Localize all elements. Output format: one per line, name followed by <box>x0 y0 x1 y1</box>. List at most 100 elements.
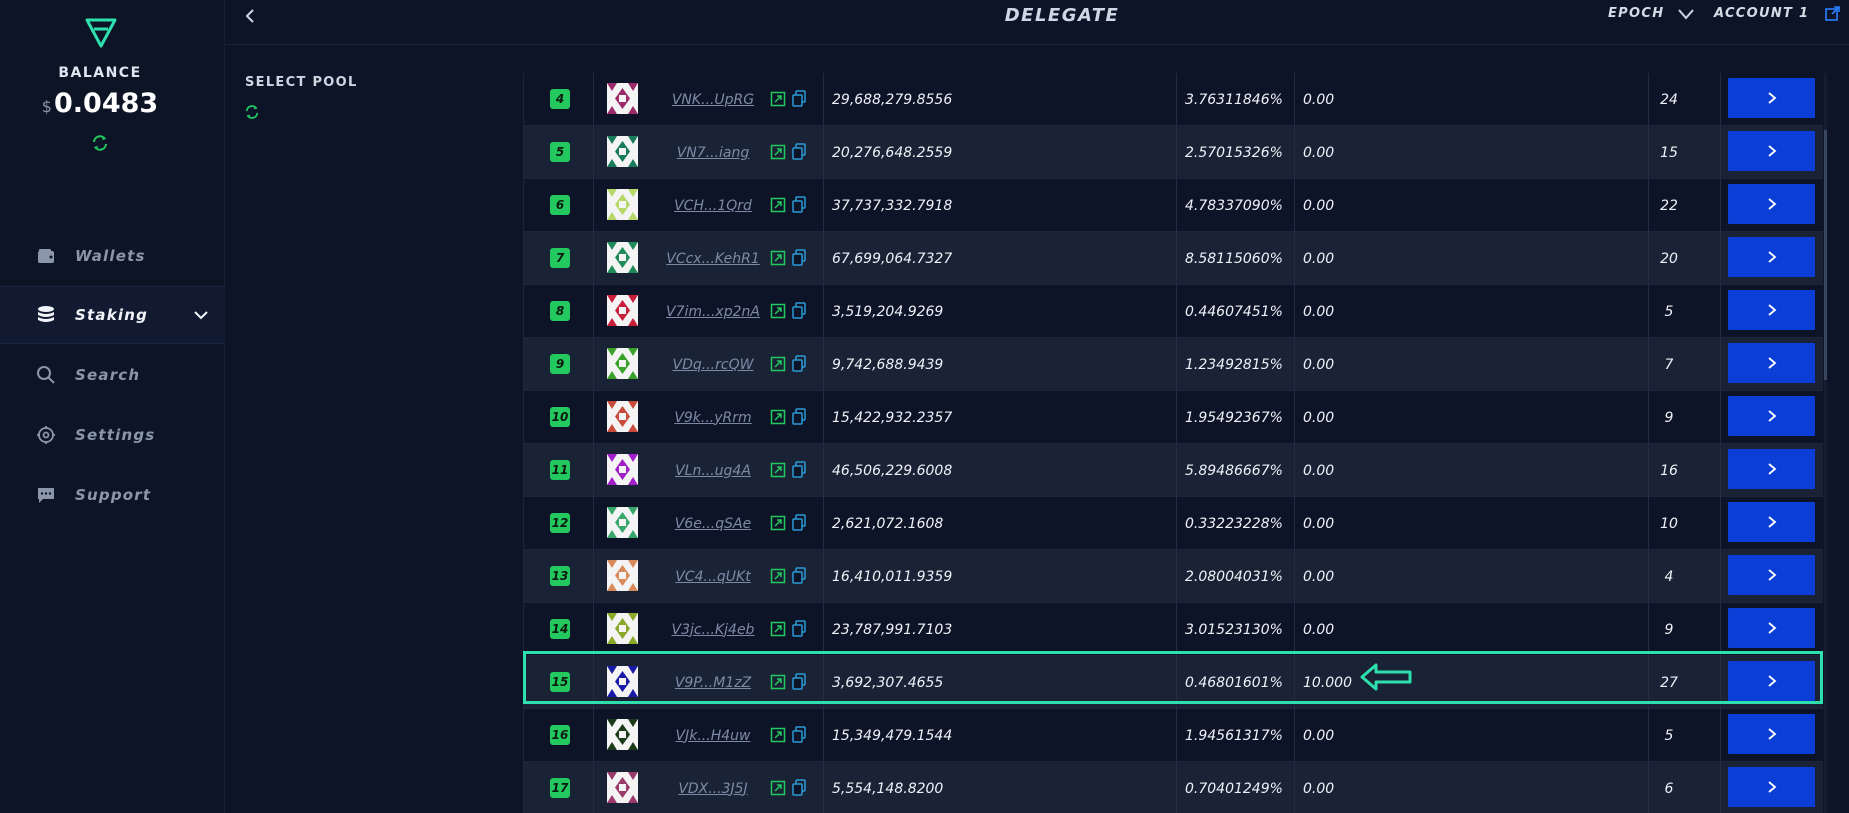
column-divider <box>1176 497 1177 550</box>
external-link-icon[interactable] <box>770 303 786 319</box>
delegate-button[interactable] <box>1728 608 1815 648</box>
epoch-dropdown[interactable]: EPOCH <box>1608 6 1664 21</box>
delegate-button[interactable] <box>1728 290 1815 330</box>
sidebar-item-support[interactable]: Support <box>0 466 225 524</box>
stake-percent: 0.33223228% <box>1185 515 1283 532</box>
external-link-icon[interactable] <box>770 780 786 796</box>
table-row[interactable]: 7 VCcx...KehR1 67,699,064.7327 8.5811506… <box>524 232 1823 285</box>
pool-address-link[interactable]: VC4...qUKt <box>654 550 772 603</box>
delegate-button[interactable] <box>1728 78 1815 118</box>
delegate-button[interactable] <box>1728 343 1815 383</box>
delegate-button[interactable] <box>1728 502 1815 542</box>
delegate-button[interactable] <box>1728 396 1815 436</box>
pool-address-link[interactable]: V7im...xp2nA <box>654 285 772 338</box>
external-link-icon[interactable] <box>770 91 786 107</box>
delegate-button[interactable] <box>1728 767 1815 807</box>
pool-address-link[interactable]: VN7...iang <box>654 126 772 179</box>
table-row[interactable]: 13 VC4...qUKt 16,410,011.9359 2.08004031… <box>524 550 1823 603</box>
pool-address-link[interactable]: VDq...rcQW <box>654 338 772 391</box>
external-link-icon[interactable] <box>770 515 786 531</box>
sidebar-item-wallets[interactable]: Wallets <box>0 227 225 285</box>
external-link-icon[interactable] <box>770 356 786 372</box>
sidebar-item-staking[interactable]: Staking <box>0 286 225 344</box>
table-row[interactable]: 4 VNK...UpRG 29,688,279.8556 3.76311846%… <box>524 73 1823 126</box>
table-row[interactable]: 17 VDX...3J5J 5,554,148.8200 0.70401249%… <box>524 762 1823 813</box>
copy-icon[interactable] <box>792 249 806 266</box>
pool-address-link[interactable]: VLn...ug4A <box>654 444 772 497</box>
external-link-icon[interactable] <box>770 197 786 213</box>
delegate-button[interactable] <box>1728 237 1815 277</box>
external-link-icon[interactable] <box>770 621 786 637</box>
account-selector[interactable]: ACCOUNT 1 <box>1714 6 1809 21</box>
copy-icon[interactable] <box>792 514 806 531</box>
delegator-count: 10 <box>1660 515 1678 532</box>
delegate-button[interactable] <box>1728 555 1815 595</box>
pool-address-link[interactable]: VDX...3J5J <box>654 762 772 813</box>
delegate-button[interactable] <box>1728 131 1815 171</box>
table-row[interactable]: 10 V9k...yRrm 15,422,932.2357 1.95492367… <box>524 391 1823 444</box>
pool-address-link[interactable]: V9P...M1zZ <box>654 656 772 709</box>
copy-icon[interactable] <box>792 355 806 372</box>
copy-icon[interactable] <box>792 196 806 213</box>
pool-address-link[interactable]: VJk...H4uw <box>654 709 772 762</box>
wallet-icon <box>38 249 54 263</box>
table-row[interactable]: 16 VJk...H4uw 15,349,479.1544 1.94561317… <box>524 709 1823 762</box>
scrollbar-thumb[interactable] <box>1824 130 1827 380</box>
delegator-count: 22 <box>1660 197 1678 214</box>
table-row[interactable]: 6 VCH...1Qrd 37,737,332.7918 4.78337090%… <box>524 179 1823 232</box>
copy-icon[interactable] <box>792 567 806 584</box>
delegator-count: 20 <box>1660 250 1678 267</box>
delegate-button[interactable] <box>1728 449 1815 489</box>
delegator-count: 27 <box>1660 674 1678 691</box>
column-divider <box>1176 550 1177 603</box>
refresh-balance-icon[interactable] <box>91 134 109 152</box>
table-row[interactable]: 8 V7im...xp2nA 3,519,204.9269 0.44607451… <box>524 285 1823 338</box>
delegate-button[interactable] <box>1728 661 1815 701</box>
external-link-icon[interactable] <box>770 250 786 266</box>
external-link-icon[interactable] <box>770 462 786 478</box>
pool-address-link[interactable]: VCH...1Qrd <box>654 179 772 232</box>
copy-icon[interactable] <box>792 302 806 319</box>
copy-icon[interactable] <box>792 620 806 637</box>
external-link-icon[interactable] <box>770 727 786 743</box>
delegate-button[interactable] <box>1728 714 1815 754</box>
column-divider <box>1294 126 1295 179</box>
table-row[interactable]: 14 V3jc...Kj4eb 23,787,991.7103 3.015231… <box>524 603 1823 656</box>
stake-percent: 1.94561317% <box>1185 727 1283 744</box>
pool-address-link[interactable]: V3jc...Kj4eb <box>654 603 772 656</box>
stake-percent: 5.89486667% <box>1185 462 1283 479</box>
copy-icon[interactable] <box>792 143 806 160</box>
chevron-right-icon <box>1767 410 1776 422</box>
pool-address-link[interactable]: V6e...qSAe <box>654 497 772 550</box>
external-link-icon[interactable] <box>770 674 786 690</box>
stake-value: 67,699,064.7327 <box>832 250 953 267</box>
refresh-pools-icon[interactable] <box>244 104 260 120</box>
chevron-down-icon[interactable] <box>1677 6 1695 22</box>
pool-address-link[interactable]: V9k...yRrm <box>654 391 772 444</box>
copy-icon[interactable] <box>792 726 806 743</box>
copy-icon[interactable] <box>792 673 806 690</box>
pool-address-link[interactable]: VNK...UpRG <box>654 73 772 126</box>
delegate-button[interactable] <box>1728 184 1815 224</box>
external-link-icon[interactable] <box>770 144 786 160</box>
table-row[interactable]: 15 V9P...M1zZ 3,692,307.4655 0.46801601%… <box>524 656 1823 709</box>
external-link-icon[interactable] <box>770 409 786 425</box>
table-row[interactable]: 5 VN7...iang 20,276,648.2559 2.57015326%… <box>524 126 1823 179</box>
stake-percent: 1.95492367% <box>1185 409 1283 426</box>
pool-address-link[interactable]: VCcx...KehR1 <box>654 232 772 285</box>
copy-icon[interactable] <box>792 90 806 107</box>
copy-icon[interactable] <box>792 408 806 425</box>
table-row[interactable]: 12 V6e...qSAe 2,621,072.1608 0.33223228%… <box>524 497 1823 550</box>
table-row[interactable]: 9 VDq...rcQW 9,742,688.9439 1.23492815% … <box>524 338 1823 391</box>
chevron-down-icon[interactable] <box>193 307 209 323</box>
column-divider <box>823 232 824 285</box>
sidebar-item-search[interactable]: Search <box>0 346 225 404</box>
currency-symbol: $ <box>41 97 52 116</box>
external-link-icon[interactable] <box>770 568 786 584</box>
copy-icon[interactable] <box>792 779 806 796</box>
copy-icon[interactable] <box>792 461 806 478</box>
external-link-icon[interactable] <box>1825 6 1840 21</box>
table-row[interactable]: 11 VLn...ug4A 46,506,229.6008 5.89486667… <box>524 444 1823 497</box>
stake-percent: 0.70401249% <box>1185 780 1283 797</box>
sidebar-item-settings[interactable]: Settings <box>0 406 225 464</box>
